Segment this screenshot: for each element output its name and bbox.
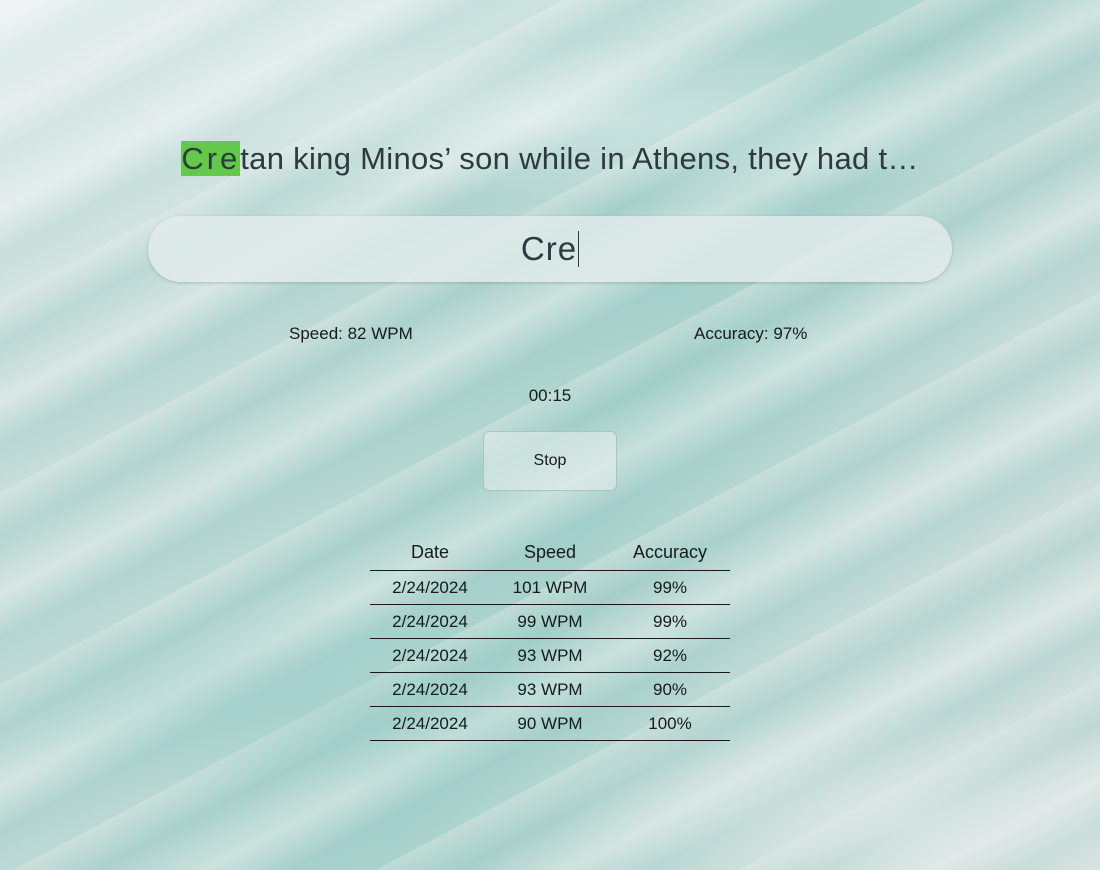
cell-date: 2/24/2024 (370, 672, 490, 707)
cell-accuracy: 90% (610, 672, 730, 707)
table-row: 2/24/2024 90 WPM 100% (370, 706, 730, 741)
typing-input[interactable]: Cre (148, 216, 952, 282)
history-table: Date Speed Accuracy 2/24/2024 101 WPM 99… (370, 535, 730, 741)
cell-date: 2/24/2024 (370, 604, 490, 639)
typing-input-value: Cre (520, 230, 578, 267)
cell-speed: 101 WPM (490, 570, 610, 605)
cell-speed: 90 WPM (490, 706, 610, 741)
history-header-row: Date Speed Accuracy (370, 535, 730, 571)
cell-date: 2/24/2024 (370, 638, 490, 673)
timer-display: 00:15 (528, 386, 572, 405)
prompt-remaining-portion: tan king Minos’ son while in Athens, the… (240, 141, 919, 176)
cell-speed: 93 WPM (490, 672, 610, 707)
column-header-accuracy: Accuracy (610, 535, 730, 571)
cell-speed: 93 WPM (490, 638, 610, 673)
table-row: 2/24/2024 99 WPM 99% (370, 604, 730, 639)
column-header-date: Date (370, 535, 490, 571)
table-row: 2/24/2024 93 WPM 90% (370, 672, 730, 707)
cell-accuracy: 99% (610, 570, 730, 605)
cell-accuracy: 92% (610, 638, 730, 673)
prompt-text: Cretan king Minos’ son while in Athens, … (0, 140, 1100, 178)
cell-accuracy: 99% (610, 604, 730, 639)
cell-speed: 99 WPM (490, 604, 610, 639)
speed-stat: Speed: 82 WPM (289, 324, 413, 343)
accuracy-stat: Accuracy: 97% (694, 324, 808, 343)
stop-button[interactable]: Stop (483, 431, 617, 491)
cell-date: 2/24/2024 (370, 706, 490, 741)
cell-accuracy: 100% (610, 706, 730, 741)
text-caret (578, 231, 580, 267)
prompt-typed-portion: Cre (181, 141, 241, 176)
table-row: 2/24/2024 101 WPM 99% (370, 570, 730, 605)
table-row: 2/24/2024 93 WPM 92% (370, 638, 730, 673)
cell-date: 2/24/2024 (370, 570, 490, 605)
column-header-speed: Speed (490, 535, 610, 571)
